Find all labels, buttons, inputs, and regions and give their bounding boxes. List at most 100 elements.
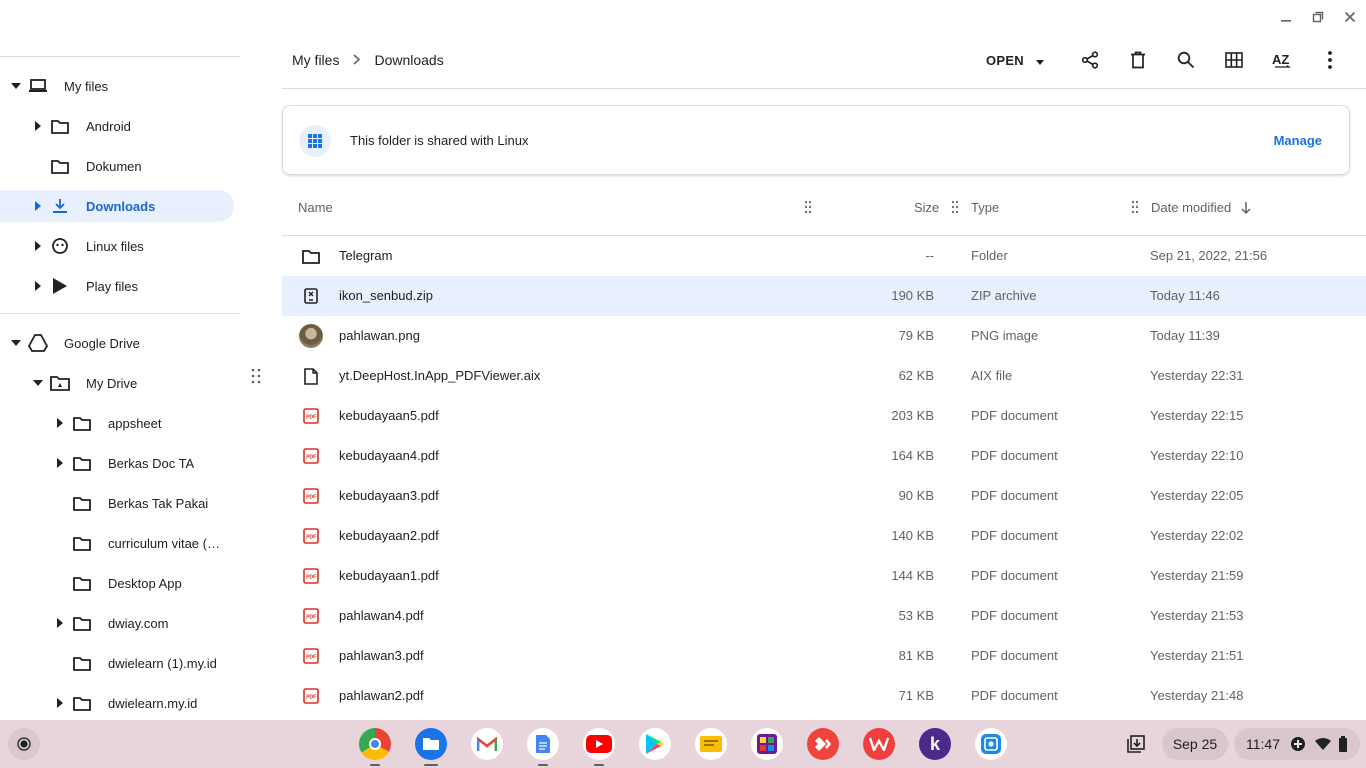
file-size: 144 KB [891,568,934,583]
play-store-icon[interactable] [639,728,671,760]
sidebar-item-curriculum-vitae[interactable]: curriculum vitae (… [0,527,234,559]
table-row[interactable]: pahlawan.png 79 KB PNG image Today 11:39 [282,316,1366,356]
docs-icon[interactable] [527,728,559,760]
file-size: 203 KB [891,408,934,423]
file-type: Folder [971,248,1008,263]
sidebar-item-label: curriculum vitae (… [108,535,220,551]
sidebar-item-dwiay-com[interactable]: dwiay.com [0,607,234,639]
anydesk-icon[interactable] [807,728,839,760]
sidebar-item-label: dwielearn.my.id [108,695,198,711]
expand-arrow-icon[interactable] [52,455,68,471]
sidebar-item-my-files[interactable]: My files [0,70,240,102]
table-row[interactable]: ikon_senbud.zip 190 KB ZIP archive Today… [282,276,1366,316]
clock-label: 11:47 [1246,736,1280,752]
expand-arrow-icon[interactable] [52,415,68,431]
sidebar-resize-handle[interactable] [250,368,262,384]
more-options-button[interactable] [1306,40,1354,80]
holding-space-button[interactable] [1118,728,1154,760]
close-button[interactable] [1334,1,1366,33]
file-date: Today 11:39 [1150,328,1220,343]
keep-icon[interactable] [695,728,727,760]
folder-icon [72,453,92,473]
sidebar-item-appsheet[interactable]: appsheet [0,407,234,439]
breadcrumb-my-files[interactable]: My files [292,52,339,68]
image-thumbnail [299,324,323,348]
sidebar-item-berkas-tak-pakai[interactable]: Berkas Tak Pakai [0,487,234,519]
wps-icon[interactable] [863,728,895,760]
sidebar-item-label: Android [86,118,131,134]
table-row[interactable]: PDF pahlawan3.pdf 81 KB PDF document Yes… [282,636,1366,676]
sidebar-item-google-drive[interactable]: Google Drive [0,327,240,359]
search-button[interactable] [1162,40,1210,80]
file-type: PDF document [971,408,1058,423]
expand-arrow-icon[interactable] [52,695,68,711]
sidebar-item-my-drive[interactable]: My Drive [0,367,234,399]
expand-arrow-icon[interactable] [30,278,46,294]
expand-arrow-icon[interactable] [30,198,46,214]
file-date: Yesterday 21:48 [1150,688,1244,703]
table-row[interactable]: Telegram -- Folder Sep 21, 2022, 21:56 [282,236,1366,276]
file-list-header: Name Size Type Date modified [282,186,1366,236]
column-header-type[interactable]: Type [971,200,999,215]
sidebar-item-linux-files[interactable]: Linux files [0,230,234,262]
expand-arrow-icon[interactable] [52,615,68,631]
expand-arrow-icon[interactable] [30,375,46,391]
screenshot-app-icon[interactable] [975,728,1007,760]
grid-view-button[interactable] [1210,40,1258,80]
column-resize-icon[interactable] [804,200,812,214]
restore-button[interactable] [1302,1,1334,33]
file-date: Yesterday 21:51 [1150,648,1244,663]
sidebar-item-dwielearn[interactable]: dwielearn.my.id [0,687,234,719]
sidebar-item-desktop-app[interactable]: Desktop App [0,567,234,599]
expand-arrow-icon[interactable] [30,118,46,134]
open-button[interactable]: OPEN [986,53,1044,68]
column-header-name[interactable]: Name [298,200,333,215]
column-resize-icon[interactable] [1131,200,1139,214]
k-app-icon[interactable]: k [919,728,951,760]
table-row[interactable]: yt.DeepHost.InApp_PDFViewer.aix 62 KB AI… [282,356,1366,396]
sort-button[interactable]: AZ [1258,40,1306,80]
file-name: kebudayaan2.pdf [339,528,439,543]
table-row[interactable]: PDF kebudayaan2.pdf 140 KB PDF document … [282,516,1366,556]
file-name: pahlawan3.pdf [339,648,424,663]
expand-arrow-icon[interactable] [8,335,24,351]
share-button[interactable] [1066,40,1114,80]
file-type: PDF document [971,568,1058,583]
column-header-size[interactable]: Size [914,200,939,215]
file-size: 90 KB [898,488,934,503]
table-row[interactable]: PDF kebudayaan5.pdf 203 KB PDF document … [282,396,1366,436]
table-row[interactable]: PDF pahlawan2.pdf 71 KB PDF document Yes… [282,676,1366,716]
sidebar-item-android[interactable]: Android [0,110,234,142]
sidebar-item-play-files[interactable]: Play files [0,270,234,302]
table-row[interactable]: PDF pahlawan4.pdf 53 KB PDF document Yes… [282,596,1366,636]
file-date: Yesterday 22:31 [1150,368,1244,383]
delete-button[interactable] [1114,40,1162,80]
gmail-icon[interactable] [471,728,503,760]
expand-arrow-icon[interactable] [8,78,24,94]
share-icon [1081,51,1099,69]
column-header-date[interactable]: Date modified [1151,200,1251,215]
file-name: kebudayaan3.pdf [339,488,439,503]
date-tray[interactable]: Sep 25 [1162,728,1228,760]
sidebar-item-label: Downloads [86,198,156,214]
launcher-button[interactable] [8,728,40,760]
manage-button[interactable]: Manage [1274,133,1322,148]
minimize-button[interactable] [1270,1,1302,33]
photo-app-icon[interactable] [751,728,783,760]
sidebar-item-dwielearn-1[interactable]: dwielearn (1).my.id [0,647,234,679]
download-icon [50,196,70,216]
sidebar-item-berkas-doc-ta[interactable]: Berkas Doc TA [0,447,234,479]
sidebar-item-downloads[interactable]: Downloads [0,190,234,222]
table-row[interactable]: PDF kebudayaan1.pdf 144 KB PDF document … [282,556,1366,596]
expand-arrow-icon[interactable] [30,238,46,254]
chrome-icon[interactable] [359,728,391,760]
files-icon[interactable] [415,728,447,760]
youtube-icon[interactable] [583,728,615,760]
breadcrumb-downloads[interactable]: Downloads [374,52,443,68]
linux-icon [50,236,70,256]
table-row[interactable]: PDF kebudayaan3.pdf 90 KB PDF document Y… [282,476,1366,516]
column-resize-icon[interactable] [951,200,959,214]
status-tray[interactable]: 11:47 [1234,728,1360,760]
sidebar-item-dokumen[interactable]: Dokumen [0,150,234,182]
table-row[interactable]: PDF kebudayaan4.pdf 164 KB PDF document … [282,436,1366,476]
